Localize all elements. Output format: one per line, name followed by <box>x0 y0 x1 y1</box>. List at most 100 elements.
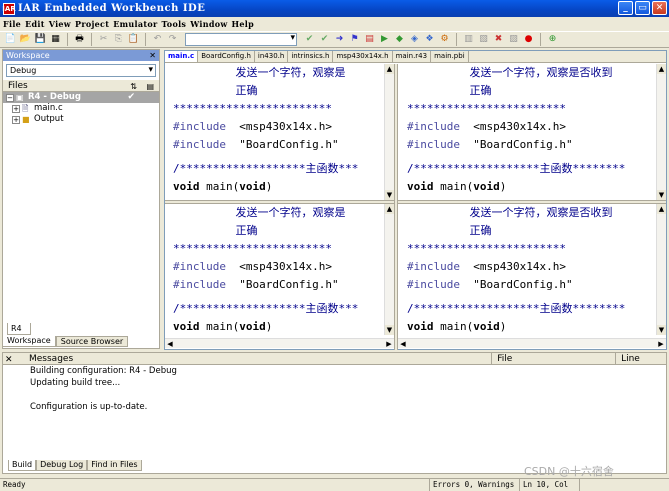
code-text: main( <box>433 320 474 333</box>
expand-icon[interactable]: + <box>12 115 20 124</box>
code-text: ) <box>265 320 273 333</box>
compile-icon[interactable]: ▶ <box>378 33 391 46</box>
messages-close-icon[interactable]: ✕ <box>5 355 13 365</box>
horizontal-scrollbar-right[interactable]: ◀ ▶ <box>398 338 666 348</box>
scroll-left-icon[interactable]: ◀ <box>165 340 175 348</box>
tab-build[interactable]: Build <box>8 460 37 471</box>
col-line[interactable]: Line <box>616 353 666 364</box>
menu-view[interactable]: View <box>49 19 75 29</box>
tree-item-main-c[interactable]: + 🗎 main.c <box>3 103 159 114</box>
stop-build-icon[interactable]: ◈ <box>408 33 421 46</box>
editor-pane-top-right[interactable]: 发送一个字符，观察是否收到 正确 ***********************… <box>407 64 657 200</box>
tree-item-output[interactable]: + ■ Output <box>3 114 159 125</box>
scroll-up-icon[interactable]: ▲ <box>385 64 394 74</box>
tab-main-pbi[interactable]: main.pbi <box>431 51 469 62</box>
tab-source-browser[interactable]: Source Browser <box>55 336 129 347</box>
tab-main-r43[interactable]: main.r43 <box>392 51 432 62</box>
save-icon[interactable]: 💾 <box>34 33 47 46</box>
horizontal-scrollbar-left[interactable]: ◀ ▶ <box>165 338 394 348</box>
tab-intrinsics-h[interactable]: intrinsics.h <box>288 51 334 62</box>
tab-debug-log[interactable]: Debug Log <box>36 460 88 471</box>
print-icon[interactable]: 🖶 <box>73 33 86 46</box>
code-text: main( <box>433 180 474 193</box>
open-folder-icon[interactable]: 📂 <box>19 33 32 46</box>
stop-debug-icon[interactable]: ● <box>522 33 535 46</box>
find-combo[interactable] <box>185 33 297 46</box>
remove-breakpoints-icon[interactable]: ✖ <box>492 33 505 46</box>
workspace-config-tab[interactable]: R4 <box>7 323 31 335</box>
folder-icon: ■ <box>22 115 30 124</box>
menu-project[interactable]: Project <box>75 19 113 29</box>
workspace-close-icon[interactable]: ✕ <box>149 50 156 61</box>
code-text: ) <box>499 180 507 193</box>
menu-help[interactable]: Help <box>232 19 258 29</box>
editor-pane-bottom-left[interactable]: 发送一个字符，观察是 正确 ************************ #… <box>173 204 393 335</box>
tab-in430-h[interactable]: in430.h <box>254 51 289 62</box>
redo-icon[interactable]: ↷ <box>166 33 179 46</box>
find-next-icon[interactable]: ✔ <box>303 33 316 46</box>
scroll-up-icon[interactable]: ▲ <box>657 204 666 214</box>
minimize-button[interactable]: _ <box>618 1 633 15</box>
workspace-title-text: Workspace <box>6 51 50 60</box>
tab-find-in-files[interactable]: Find in Files <box>87 460 142 471</box>
files-header: Files ⇅ ▤ <box>3 80 159 92</box>
collapse-icon[interactable]: − <box>6 93 14 102</box>
expand-icon[interactable]: + <box>12 104 20 113</box>
vertical-scrollbar[interactable]: ▲ ▼ <box>384 64 394 200</box>
scroll-down-icon[interactable]: ▼ <box>385 190 394 200</box>
code-comment: 发送一个字符，观察是 <box>209 66 346 79</box>
c-file-icon: 🗎 <box>22 104 29 113</box>
toggle-breakpoint-icon[interactable]: ▥ <box>462 33 475 46</box>
debug-icon[interactable]: ❖ <box>423 33 436 46</box>
code-keyword: void <box>239 180 266 193</box>
template-icon[interactable]: ▤ <box>363 33 376 46</box>
col-file[interactable]: File <box>492 353 617 364</box>
make-icon[interactable]: ◆ <box>393 33 406 46</box>
tree-item-project[interactable]: − ▣ R4 - Debug ✔ <box>3 92 159 103</box>
go-icon[interactable]: ▨ <box>507 33 520 46</box>
tab-workspace[interactable]: Workspace <box>2 336 56 347</box>
save-all-icon[interactable]: ▦ <box>49 33 62 46</box>
scroll-down-icon[interactable]: ▼ <box>657 325 666 335</box>
cut-icon[interactable]: ✂ <box>97 33 110 46</box>
goto-icon[interactable]: ➜ <box>333 33 346 46</box>
scroll-up-icon[interactable]: ▲ <box>385 204 394 214</box>
bookmark-icon[interactable]: ⚑ <box>348 33 361 46</box>
tab-boardconfig-h[interactable]: BoardConfig.h <box>198 51 255 62</box>
find-prev-icon[interactable]: ✔ <box>318 33 331 46</box>
undo-icon[interactable]: ↶ <box>151 33 164 46</box>
menu-emulator[interactable]: Emulator <box>113 19 161 29</box>
menu-file[interactable]: File <box>3 19 25 29</box>
vertical-scrollbar[interactable]: ▲ ▼ <box>656 64 666 200</box>
tab-main-c[interactable]: main.c <box>165 51 199 62</box>
configuration-select[interactable]: Debug <box>6 64 156 77</box>
breakpoint-list-icon[interactable]: ▧ <box>477 33 490 46</box>
maximize-button[interactable]: ▭ <box>635 1 650 15</box>
scroll-down-icon[interactable]: ▼ <box>385 325 394 335</box>
close-button[interactable]: ✕ <box>652 1 667 15</box>
editor-pane-bottom-right[interactable]: 发送一个字符，观察是否收到 正确 ***********************… <box>407 204 657 335</box>
menu-edit[interactable]: Edit <box>25 19 49 29</box>
debug-run-icon[interactable]: ⚙ <box>438 33 451 46</box>
paste-icon[interactable]: 📋 <box>127 33 140 46</box>
menu-tools[interactable]: Tools <box>161 19 190 29</box>
vertical-scrollbar[interactable]: ▲ ▼ <box>656 204 666 335</box>
vertical-splitter[interactable] <box>394 64 398 350</box>
code-keyword: void <box>173 320 200 333</box>
menu-window[interactable]: Window <box>190 19 231 29</box>
download-debug-icon[interactable]: ⊕ <box>546 33 559 46</box>
code-include-value: <msp430x14x.h> <box>459 260 566 273</box>
tab-msp430x14x-h[interactable]: msp430x14x.h <box>333 51 393 62</box>
scroll-up-icon[interactable]: ▲ <box>657 64 666 74</box>
code-include: #include <box>407 120 460 133</box>
vertical-scrollbar[interactable]: ▲ ▼ <box>384 204 394 335</box>
new-file-icon[interactable]: 📄 <box>4 33 17 46</box>
code-comment: /*******************主函数*** <box>173 162 359 175</box>
scroll-right-icon[interactable]: ▶ <box>656 340 666 348</box>
copy-icon[interactable]: ⎘ <box>112 33 125 46</box>
scroll-down-icon[interactable]: ▼ <box>657 190 666 200</box>
scroll-right-icon[interactable]: ▶ <box>384 340 394 348</box>
editor-pane-top-left[interactable]: 发送一个字符，观察是 正确 ************************ #… <box>173 64 393 200</box>
scroll-left-icon[interactable]: ◀ <box>398 340 408 348</box>
col-messages[interactable]: Messages <box>3 353 493 364</box>
